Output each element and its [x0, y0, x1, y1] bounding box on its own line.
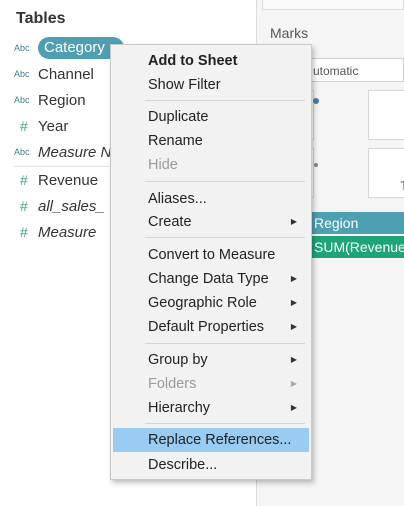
menu-item-rename[interactable]: Rename: [113, 129, 309, 153]
field-name: Year: [38, 117, 69, 135]
menu-item-label: Describe...: [148, 457, 218, 473]
menu-separator: [145, 100, 305, 101]
menu-item-label: Hide: [148, 157, 178, 173]
mark-label: S: [369, 121, 404, 135]
submenu-arrow-icon: ▶: [290, 322, 297, 331]
submenu-arrow-icon: ▶: [290, 403, 297, 412]
menu-item-change-data-type[interactable]: Change Data Type ▶: [113, 267, 309, 291]
menu-item-geographic-role[interactable]: Geographic Role ▶: [113, 291, 309, 315]
pane-title: Tables: [16, 10, 66, 27]
menu-item-create[interactable]: Create ▶: [113, 210, 309, 234]
size-mark-button[interactable]: S: [368, 90, 404, 140]
menu-item-label: Hierarchy: [148, 400, 211, 416]
menu-item-label: Convert to Measure: [148, 247, 276, 263]
field-name: all_sales_: [38, 197, 105, 215]
menu-item-convert-to-measure[interactable]: Convert to Measure: [113, 243, 309, 267]
menu-item-label: Replace References...: [148, 432, 292, 448]
menu-item-label: Change Data Type: [148, 271, 269, 287]
field-context-menu: Add to Sheet Show Filter Duplicate Renam…: [110, 44, 312, 480]
menu-item-hide: Hide: [113, 153, 309, 177]
field-all-sales[interactable]: # all_sales_: [14, 194, 105, 218]
menu-item-describe[interactable]: Describe...: [113, 453, 309, 477]
submenu-arrow-icon: ▶: [290, 298, 297, 307]
tooltip-mark-button[interactable]: Te: [368, 148, 404, 198]
field-measure-values[interactable]: # Measure: [14, 220, 96, 244]
field-channel[interactable]: Abc Channel: [14, 62, 94, 86]
pages-shelf: [262, 0, 404, 10]
string-type-icon: Abc: [14, 95, 30, 105]
menu-item-label: Folders: [148, 376, 197, 392]
menu-item-aliases[interactable]: Aliases...: [113, 187, 309, 211]
field-year[interactable]: # Year: [14, 114, 68, 138]
menu-item-label: Aliases...: [148, 191, 207, 207]
menu-item-label: Create: [148, 214, 192, 230]
string-type-icon: Abc: [14, 43, 30, 53]
menu-item-add-to-sheet[interactable]: Add to Sheet: [113, 49, 309, 73]
menu-item-duplicate[interactable]: Duplicate: [113, 105, 309, 129]
number-type-icon: #: [20, 118, 28, 134]
menu-separator: [145, 343, 305, 344]
field-revenue[interactable]: # Revenue: [14, 168, 98, 192]
submenu-arrow-icon: ▶: [290, 355, 297, 364]
menu-item-label: Default Properties: [148, 319, 265, 335]
field-name: Measure: [38, 223, 97, 241]
menu-item-label: Geographic Role: [148, 295, 257, 311]
string-type-icon: Abc: [14, 69, 30, 79]
number-type-icon: #: [20, 224, 28, 240]
menu-item-hierarchy[interactable]: Hierarchy ▶: [113, 396, 309, 420]
field-name: Measure N: [38, 143, 112, 161]
string-type-icon: Abc: [14, 147, 30, 157]
menu-item-label: Add to Sheet: [148, 53, 238, 69]
menu-item-replace-references[interactable]: Replace References...: [113, 428, 309, 452]
menu-separator: [145, 423, 305, 424]
menu-item-label: Show Filter: [148, 77, 221, 93]
marks-title: Marks: [270, 25, 309, 41]
submenu-arrow-icon: ▶: [290, 274, 297, 283]
number-type-icon: #: [20, 198, 28, 214]
field-name: Channel: [38, 65, 94, 83]
menu-separator: [145, 237, 305, 238]
menu-item-label: Duplicate: [148, 109, 209, 125]
mark-label: Te: [400, 179, 404, 193]
menu-item-label: Group by: [148, 352, 208, 368]
field-name: Revenue: [38, 171, 99, 189]
field-category[interactable]: Abc: [14, 36, 38, 60]
menu-item-default-properties[interactable]: Default Properties ▶: [113, 315, 309, 339]
field-measure-names[interactable]: Abc Measure N: [14, 140, 111, 164]
menu-separator: [145, 181, 305, 182]
menu-item-show-filter[interactable]: Show Filter: [113, 73, 309, 97]
menu-item-folders: Folders ▶: [113, 372, 309, 396]
number-type-icon: #: [20, 172, 28, 188]
field-name: Region: [38, 91, 86, 109]
submenu-arrow-icon: ▶: [290, 379, 297, 388]
field-region[interactable]: Abc Region: [14, 88, 86, 112]
menu-item-group-by[interactable]: Group by ▶: [113, 348, 309, 372]
submenu-arrow-icon: ▶: [290, 217, 297, 226]
menu-item-label: Rename: [148, 133, 203, 149]
